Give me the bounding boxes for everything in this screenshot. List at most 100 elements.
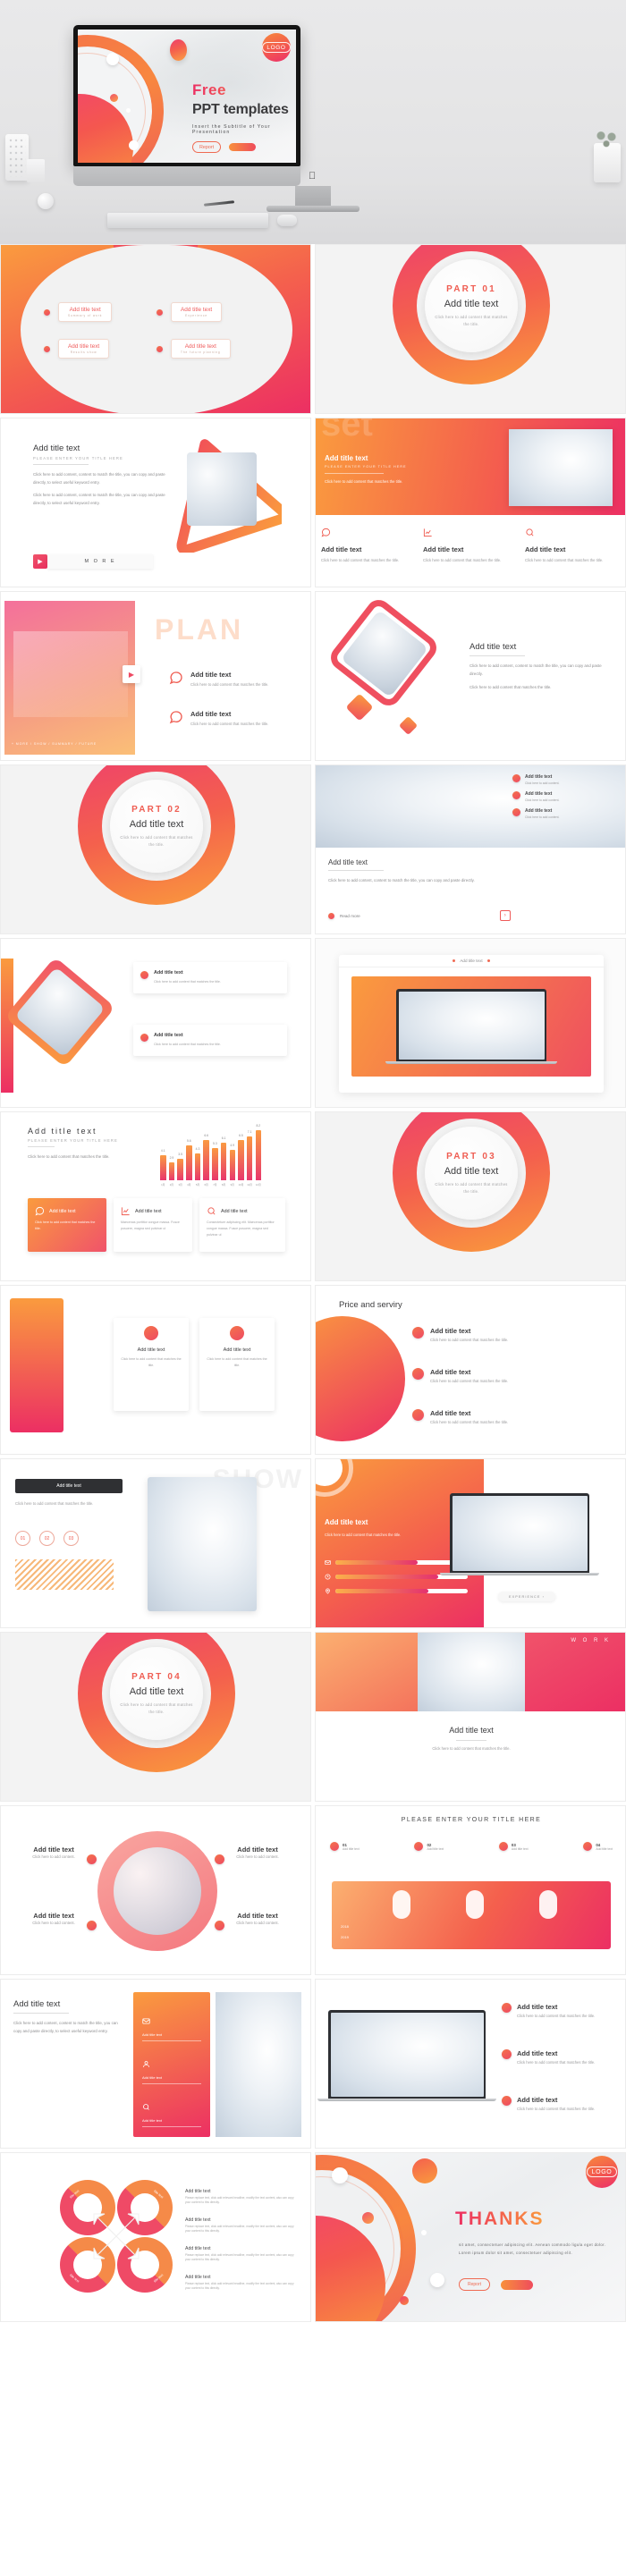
slide-cycle[interactable]: title text title text title text title t… (0, 2152, 311, 2322)
contents-pill[interactable]: Add title text The future planning (171, 339, 231, 359)
search-icon (143, 2104, 149, 2110)
plan-item-1[interactable]: Add title text Click here to add content… (169, 671, 291, 688)
step-badge[interactable]: 01 (15, 1531, 30, 1546)
card[interactable]: Add title text Click here to add content… (133, 1025, 287, 1056)
card[interactable]: Add title text Click here to add content… (199, 1318, 275, 1411)
slide-contents[interactable]: CONTENTS Add title text Summary of work … (0, 244, 311, 414)
slide-intro[interactable]: Add title text PLEASE ENTER YOUR TITLE H… (0, 418, 311, 587)
contents-item-2[interactable]: Add title text Experience (156, 302, 223, 322)
set-column[interactable]: Add title text Click here to add content… (525, 526, 622, 564)
experience-button[interactable]: EXPERIENCE › (498, 1592, 556, 1601)
stat-item[interactable]: 02 Add title text (414, 1842, 444, 1851)
set-column-body: Click here to add content that matches t… (321, 558, 400, 562)
plan-item-2[interactable]: Add title text Click here to add content… (169, 710, 291, 728)
decor-sphere-large (412, 2158, 437, 2183)
slide-progress[interactable]: Add title text Click here to add content… (315, 1458, 626, 1628)
slide-set[interactable]: set Add title text PLEASE ENTER YOUR TIT… (315, 418, 626, 587)
slide-price[interactable]: Price and serviry Add title text Click h… (315, 1285, 626, 1455)
step-badge[interactable]: 03 (63, 1531, 79, 1546)
price-row[interactable]: Add title text Click here to add content… (412, 1368, 600, 1385)
slide-chart[interactable]: Add title text PLEASE ENTER YOUR TITLE H… (0, 1111, 311, 1281)
cycle-row[interactable]: Add title text Please replace text, clic… (185, 2189, 294, 2206)
field-underline (142, 2083, 201, 2084)
contents-item-4[interactable]: Add title text The future planning (156, 339, 231, 359)
cycle-row[interactable]: Add title text Please replace text, clic… (185, 2246, 294, 2263)
more-button[interactable]: ▶ M O R E (33, 554, 153, 569)
set-column[interactable]: Add title text Click here to add content… (321, 526, 418, 564)
list-row-title: Add title text (525, 808, 553, 814)
slide-row-1: CONTENTS Add title text Summary of work … (0, 244, 626, 418)
slide-two-cards[interactable]: Add title text Click here to add content… (0, 1285, 311, 1455)
laptop-list-row[interactable]: Add title text Click here to add content… (502, 2096, 615, 2113)
progress-row[interactable] (325, 1559, 468, 1566)
form-field[interactable]: Add title text (142, 2057, 201, 2084)
card-title: Add title text (223, 1347, 251, 1353)
contents-pill[interactable]: Add title text Results show (58, 339, 110, 359)
part-ring: PART 02 Add title text Click here to add… (78, 765, 235, 905)
slide-part-02[interactable]: PART 02 Add title text Click here to add… (0, 764, 311, 934)
primary-button[interactable] (501, 2279, 534, 2290)
shapes-body-2: Click here to add content that matches t… (470, 684, 552, 689)
timeline-band: 2018 2019 (332, 1881, 611, 1949)
slide-circle-two[interactable]: Add title text Click here to add content… (0, 1805, 311, 1975)
slide-work[interactable]: W O R K Add title text Click here to add… (315, 1632, 626, 1802)
feature-card[interactable]: Add title text Click here to add content… (28, 1198, 106, 1252)
step-badge[interactable]: 02 (39, 1531, 55, 1546)
progress-row[interactable] (325, 1588, 468, 1594)
slide-list[interactable]: Add title text Click here to add content… (315, 764, 626, 934)
bullet-dot-icon (215, 1921, 224, 1930)
location-icon (326, 1588, 330, 1594)
laptop-list-row[interactable]: Add title text Click here to add content… (502, 2003, 615, 2020)
stat-item[interactable]: 03 Add title text (498, 1842, 529, 1851)
play-button[interactable]: ▶ (123, 665, 140, 683)
contents-item-1[interactable]: Add title text Summary of work (44, 302, 113, 322)
chart-bar-value: 8.2 (256, 1123, 261, 1128)
slide-thanks[interactable]: LOGO THANKS sit amet, consectetuer adipi… (315, 2152, 626, 2322)
cycle-row-title: Add title text (185, 2275, 211, 2280)
slide-part-04[interactable]: PART 04 Add title text Click here to add… (0, 1632, 311, 1802)
circle-item-br[interactable]: Add title text Click here to add content… (217, 1912, 298, 1927)
set-column[interactable]: Add title text Click here to add content… (423, 526, 520, 564)
slide-enter-title[interactable]: PLEASE ENTER YOUR TITLE HERE 01 Add titl… (315, 1805, 626, 1975)
circle-item-tr[interactable]: Add title text Click here to add content… (217, 1845, 298, 1861)
circle-item-bl[interactable]: Add title text Click here to add content… (13, 1912, 94, 1927)
primary-button[interactable] (229, 143, 257, 151)
price-row[interactable]: Add title text Click here to add content… (412, 1409, 600, 1426)
slide-part-01[interactable]: PART 01 Add title text Click here to add… (315, 244, 626, 414)
card[interactable]: Add title text Click here to add content… (133, 962, 287, 993)
price-row[interactable]: Add title text Click here to add content… (412, 1327, 600, 1344)
contents-pill[interactable]: Add title text Summary of work (58, 302, 113, 322)
card[interactable]: Add title text Click here to add content… (114, 1318, 189, 1411)
form-field[interactable]: Add title text (142, 2099, 201, 2127)
slide-part-03[interactable]: PART 03 Add title text Click here to add… (315, 1111, 626, 1281)
browser-tab-title: Add title text (460, 959, 483, 963)
slide-shapes[interactable]: Add title text Click here to add content… (315, 591, 626, 761)
feature-card[interactable]: Add title text Consectetuer adipiscing e… (199, 1198, 285, 1252)
next-arrow-icon[interactable]: › (499, 910, 511, 921)
list-row[interactable]: Add title text Click here to add content… (512, 808, 616, 819)
laptop-list-body: Click here to add content that matches t… (517, 2014, 596, 2018)
laptop-list-row[interactable]: Add title text Click here to add content… (502, 2049, 615, 2066)
report-button[interactable]: Report (192, 141, 222, 153)
slide-laptop[interactable]: Add title text (315, 938, 626, 1108)
cycle-row[interactable]: Add title text Please replace text, clic… (185, 2217, 294, 2234)
slide-plan[interactable]: + MORE / SHOW / SUMMARY / FUTURE ▶ PLAN … (0, 591, 311, 761)
list-row[interactable]: Add title text Click here to add content… (512, 774, 616, 785)
stat-item[interactable]: 04 Add title text (583, 1842, 613, 1851)
circle-item-tl[interactable]: Add title text Click here to add content… (13, 1845, 94, 1861)
slide-show[interactable]: SHOW Add title text Click here to add co… (0, 1458, 311, 1628)
slide-cards[interactable]: Add title text Click here to add content… (0, 938, 311, 1108)
contents-pill[interactable]: Add title text Experience (171, 302, 223, 322)
list-row[interactable]: Add title text Click here to add content… (512, 791, 616, 802)
read-more-row[interactable]: Read more › (328, 910, 511, 921)
form-field[interactable]: Add title text (142, 2014, 201, 2041)
show-image (148, 1477, 257, 1611)
report-button[interactable]: Report (459, 2278, 491, 2291)
feature-card[interactable]: Add title text Maecenas porttitor congue… (114, 1198, 192, 1252)
stat-item[interactable]: 01 Add title text (330, 1842, 360, 1851)
slide-form[interactable]: Add title text Click here to add content… (0, 1979, 311, 2149)
cycle-row[interactable]: Add title text Please replace text, clic… (185, 2275, 294, 2292)
slide-laptop-list[interactable]: Add title text Click here to add content… (315, 1979, 626, 2149)
contents-item-3[interactable]: Add title text Results show (44, 339, 110, 359)
bullet-dot-icon (502, 2096, 512, 2106)
